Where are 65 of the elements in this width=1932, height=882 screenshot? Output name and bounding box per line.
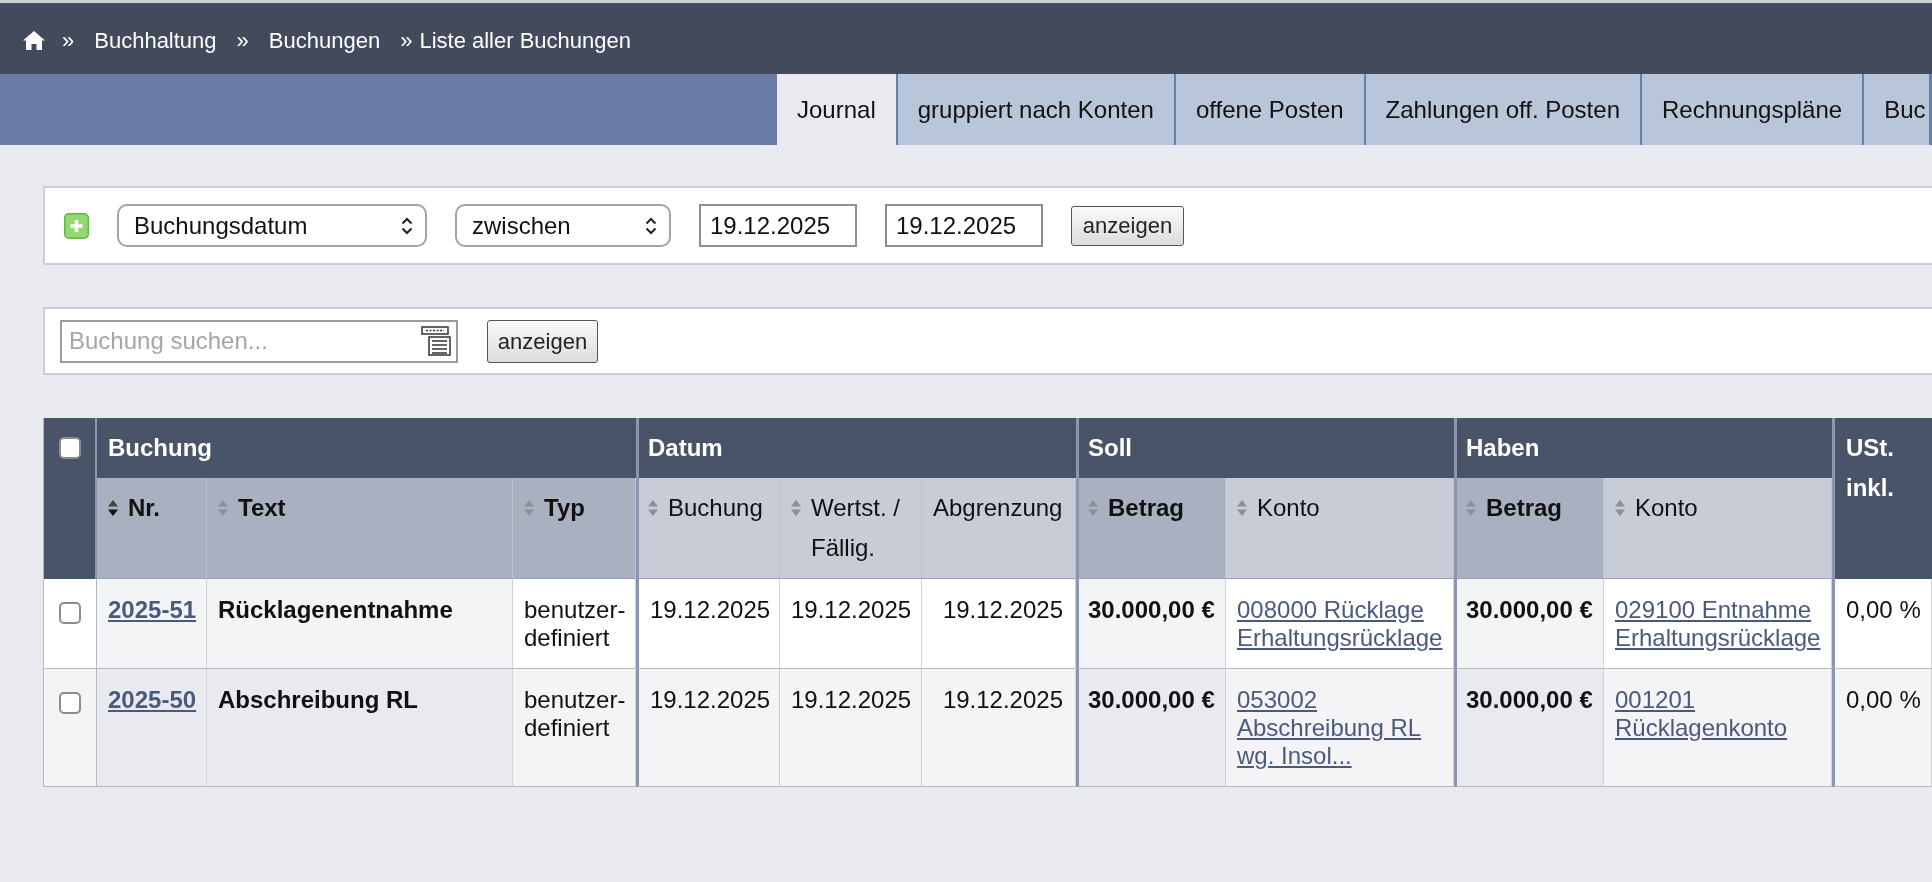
- table-cell: Rücklagenentnahme: [207, 579, 513, 669]
- entry-link[interactable]: 2025-50: [108, 686, 197, 713]
- checkbox[interactable]: [58, 437, 81, 459]
- table-cell: 30.000,00 €: [1076, 579, 1226, 669]
- tab[interactable]: Rechnungspläne: [1640, 74, 1863, 145]
- table-cell: 30.000,00 €: [1454, 669, 1604, 787]
- chevron-up-down-icon: [401, 215, 413, 236]
- group-header: Haben: [1454, 418, 1832, 478]
- table-cell: 19.12.2025: [922, 579, 1076, 669]
- breadcrumb-separator: »: [62, 26, 75, 55]
- breadcrumb-link[interactable]: Buchungen: [268, 23, 381, 57]
- table-cell: 19.12.2025: [780, 669, 922, 787]
- account-link[interactable]: 029100 Entnahme Erhaltungsrücklage: [1615, 596, 1823, 652]
- breadcrumb-link[interactable]: Buchhaltung: [94, 23, 217, 57]
- column-header[interactable]: Nr.: [97, 478, 207, 579]
- column-header[interactable]: Text: [207, 478, 513, 579]
- plus-icon[interactable]: [64, 212, 89, 239]
- column-header[interactable]: Buchung: [636, 478, 780, 579]
- search-field[interactable]: Buchung suchen...: [60, 319, 458, 363]
- column-header[interactable]: Betrag: [1454, 478, 1604, 579]
- checkbox[interactable]: [59, 602, 81, 624]
- column-header[interactable]: Konto: [1226, 478, 1454, 579]
- account-link[interactable]: 001201 Rücklagenkonto: [1615, 686, 1823, 742]
- show-button[interactable]: anzeigen: [487, 319, 598, 363]
- dropdown[interactable]: Buchungsdatum: [117, 204, 427, 247]
- sort-icon[interactable]: [108, 500, 118, 516]
- table-cell: 19.12.2025: [636, 579, 780, 669]
- date-field[interactable]: 19.12.2025: [699, 204, 857, 247]
- show-button[interactable]: anzeigen: [1071, 205, 1184, 246]
- tab[interactable]: gruppiert nach Konten: [895, 74, 1174, 145]
- tab[interactable]: offene Posten: [1173, 74, 1364, 145]
- column-header[interactable]: Wertst. / Fällig.: [780, 478, 922, 579]
- group-header: Buchung: [97, 418, 636, 478]
- date-field[interactable]: 19.12.2025: [885, 204, 1043, 247]
- group-header: Datum: [636, 418, 1076, 478]
- entry-link[interactable]: 2025-51: [108, 596, 197, 623]
- column-header[interactable]: Typ: [513, 478, 636, 579]
- column-header: Abgrenzung: [922, 478, 1076, 579]
- home-icon[interactable]: [22, 29, 46, 51]
- breadcrumb-current: Liste aller Buchungen: [419, 26, 631, 55]
- dropdown[interactable]: zwischen: [455, 204, 671, 247]
- table-cell: 19.12.2025: [922, 669, 1076, 787]
- table-cell: 30.000,00 €: [1454, 579, 1604, 669]
- table-cell: benutzer-definiert: [513, 669, 636, 787]
- checkbox[interactable]: [59, 692, 81, 714]
- column-header: USt. inkl.: [1832, 418, 1932, 579]
- group-header: Soll: [1076, 418, 1454, 478]
- breadcrumb-separator: »: [400, 26, 413, 55]
- table-cell: 30.000,00 €: [1076, 669, 1226, 787]
- table-cell: 19.12.2025: [636, 669, 780, 787]
- tab[interactable]: Buc: [1862, 74, 1930, 145]
- table-cell: benutzer-definiert: [513, 579, 636, 669]
- account-link[interactable]: 008000 Rücklage Erhaltungsrücklage: [1237, 596, 1445, 652]
- table-cell: Abschreibung RL: [207, 669, 513, 787]
- account-link[interactable]: 053002 Abschreibung RL wg. Insol...: [1237, 686, 1445, 770]
- tab[interactable]: Journal: [777, 74, 896, 145]
- table-cell: 0,00 %: [1832, 579, 1932, 669]
- tab[interactable]: Zahlungen off. Posten: [1363, 74, 1640, 145]
- breadcrumb-separator: »: [236, 26, 249, 55]
- list-icon[interactable]: [421, 325, 451, 356]
- table-cell: 0,00 %: [1832, 669, 1932, 787]
- column-header[interactable]: Betrag: [1076, 478, 1226, 579]
- column-header[interactable]: Konto: [1604, 478, 1832, 579]
- table-cell: 19.12.2025: [780, 579, 922, 669]
- chevron-up-down-icon: [645, 215, 657, 236]
